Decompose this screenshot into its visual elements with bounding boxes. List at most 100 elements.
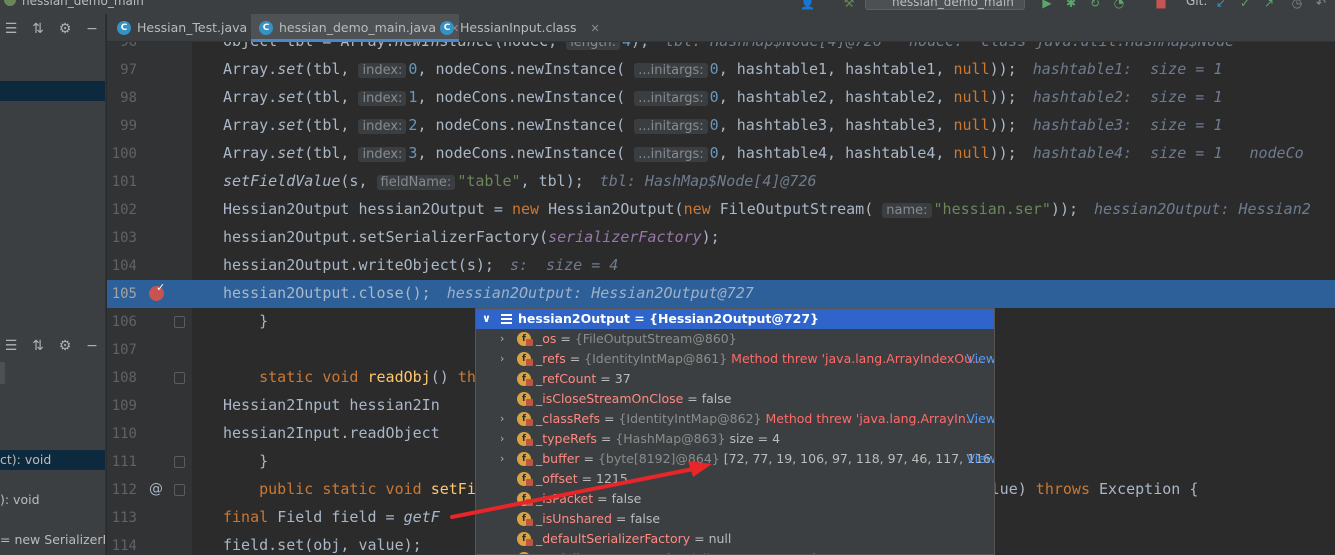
- code-text[interactable]: Object tbl = Array.newInstance(nodeC, le…: [223, 42, 1234, 50]
- line-number[interactable]: 110: [107, 426, 137, 442]
- variable-row[interactable]: f _isUnshared = false: [476, 509, 994, 529]
- chevron-down-icon[interactable]: ∨: [482, 309, 494, 329]
- line-number[interactable]: 114: [107, 538, 137, 554]
- code-text[interactable]: }: [223, 312, 268, 330]
- profile-icon[interactable]: ◔: [1112, 0, 1126, 10]
- code-text[interactable]: Hessian2Output hessian2Output = new Hess…: [223, 200, 1311, 218]
- sort-icon[interactable]: ⇅: [29, 338, 47, 354]
- line-number[interactable]: 112: [107, 482, 137, 498]
- code-line[interactable]: 100 Array.set(tbl, index: 3, nodeCons.newI…: [107, 140, 1335, 168]
- line-number[interactable]: 98: [107, 90, 137, 106]
- tab-hessian-demo-main[interactable]: C hessian_demo_main.java ✕: [251, 14, 460, 42]
- code-line[interactable]: 99 Array.set(tbl, index: 2, nodeCons.newIn…: [107, 112, 1335, 140]
- chevron-right-icon[interactable]: ›: [500, 449, 512, 469]
- variable-row[interactable]: f _isCloseStreamOnClose = false: [476, 389, 994, 409]
- gear-icon[interactable]: ⚙: [56, 338, 74, 354]
- line-number[interactable]: 105: [107, 286, 137, 302]
- git-history-icon[interactable]: ◷: [1290, 0, 1304, 10]
- code-text[interactable]: hessian2Input.readObject: [223, 424, 440, 442]
- run-icon[interactable]: ▶: [1040, 0, 1054, 10]
- code-line[interactable]: 104 hessian2Output.writeObject(s); s: size…: [107, 252, 1335, 280]
- sort-icon[interactable]: ⇅: [29, 21, 47, 37]
- variable-row[interactable]: › f _refs = {IdentityIntMap@861} Method th…: [476, 349, 994, 369]
- chevron-right-icon[interactable]: ›: [500, 349, 512, 369]
- line-number[interactable]: 104: [107, 258, 137, 274]
- line-number[interactable]: 109: [107, 398, 137, 414]
- code-text[interactable]: Array.set(tbl, index: 1, nodeCons.newInst…: [223, 88, 1222, 106]
- build-hammer-icon[interactable]: ⚒: [842, 0, 856, 10]
- variable-row[interactable]: f _refCount = 37: [476, 369, 994, 389]
- code-text[interactable]: Array.set(tbl, index: 3, nodeCons.newInst…: [223, 144, 1304, 162]
- structure-item[interactable]: ct): void: [0, 450, 105, 470]
- variable-row[interactable]: f _isPacket = false: [476, 489, 994, 509]
- line-number[interactable]: 100: [107, 146, 137, 162]
- git-rollback-icon[interactable]: ↶: [1314, 0, 1328, 10]
- chevron-right-icon[interactable]: ›: [500, 429, 512, 449]
- code-line[interactable]: 103 hessian2Output.setSerializerFactory(s…: [107, 224, 1335, 252]
- collapse-all-icon[interactable]: ☰: [2, 338, 20, 354]
- line-number[interactable]: 103: [107, 230, 137, 246]
- view-link[interactable]: View: [966, 409, 994, 429]
- variable-row[interactable]: f _offset = 1215: [476, 469, 994, 489]
- structure-item[interactable]: = new SerializerFac: [0, 530, 105, 550]
- line-number[interactable]: 106: [107, 314, 137, 330]
- code-text[interactable]: hessian2Output.setSerializerFactory(seri…: [223, 228, 720, 246]
- line-number[interactable]: 101: [107, 174, 137, 190]
- code-line[interactable]: 97 Array.set(tbl, index: 0 , nodeCons.newIn…: [107, 56, 1335, 84]
- line-number[interactable]: 113: [107, 510, 137, 526]
- code-line[interactable]: 98 Array.set(tbl, index: 1, nodeCons.newIn…: [107, 84, 1335, 112]
- code-text[interactable]: }: [223, 452, 268, 470]
- fold-marker-icon[interactable]: [174, 372, 185, 384]
- git-update-icon[interactable]: ↙: [1214, 0, 1228, 10]
- popup-header-row[interactable]: ∨ hessian2Output = {Hessian2Output@727}: [476, 309, 994, 329]
- project-tree-selected-row[interactable]: [0, 81, 105, 101]
- code-text[interactable]: hessian2Output.writeObject(s); s: size = …: [223, 256, 618, 274]
- code-line[interactable]: 101 setFieldValue(s, fieldName: "table", t…: [107, 168, 1335, 196]
- fold-marker-icon[interactable]: [174, 484, 185, 496]
- stop-icon[interactable]: ■: [1154, 0, 1168, 10]
- chevron-right-icon[interactable]: ›: [500, 549, 512, 554]
- line-number[interactable]: 111: [107, 454, 137, 470]
- variable-row[interactable]: › f _os = {FileOutputStream@860}: [476, 329, 994, 349]
- code-line[interactable]: 96 Object tbl = Array.newInstance(nodeC, …: [107, 42, 1335, 56]
- line-number[interactable]: 96: [107, 42, 137, 50]
- variable-row[interactable]: ›f_serializerFactory = {SerializerFactor…: [476, 549, 994, 554]
- view-link[interactable]: View: [966, 349, 994, 369]
- gear-icon[interactable]: ⚙: [56, 21, 74, 37]
- code-text[interactable]: final Field field = getF: [223, 508, 440, 526]
- hide-panel-icon[interactable]: −: [83, 21, 101, 37]
- line-number[interactable]: 97: [107, 62, 137, 78]
- structure-filter-field[interactable]: [0, 362, 5, 384]
- code-line-current[interactable]: 105 ✓ hessian2Output.close(); hessian2Outpu…: [107, 280, 1335, 308]
- user-icon[interactable]: 👤: [800, 0, 815, 10]
- variable-row[interactable]: › f _buffer = {byte[8192]@864} [72, 77, 19…: [476, 449, 994, 469]
- code-text[interactable]: Array.set(tbl, index: 2, nodeCons.newInst…: [223, 116, 1222, 134]
- coverage-icon[interactable]: ↻: [1088, 0, 1102, 10]
- chevron-right-icon[interactable]: ›: [500, 409, 512, 429]
- line-number[interactable]: 107: [107, 342, 137, 358]
- tab-hessian-test[interactable]: C Hessian_Test.java ✕: [109, 14, 270, 42]
- line-number[interactable]: 102: [107, 202, 137, 218]
- fold-marker-icon[interactable]: [174, 456, 185, 468]
- code-text[interactable]: hessian2Output.close(); hessian2Output: H…: [223, 284, 754, 302]
- variable-row[interactable]: f _defaultSerializerFactory = null: [476, 529, 994, 549]
- debug-icon[interactable]: ✱: [1064, 0, 1078, 10]
- structure-item[interactable]: ): void: [0, 490, 105, 510]
- code-line[interactable]: 102 Hessian2Output hessian2Output = new H…: [107, 196, 1335, 224]
- code-text[interactable]: field.set(obj, value);: [223, 536, 422, 554]
- git-push-icon[interactable]: ↗: [1262, 0, 1276, 10]
- annotation-gutter-icon[interactable]: @: [149, 481, 163, 497]
- hide-panel-icon[interactable]: −: [83, 338, 101, 354]
- variable-row[interactable]: › f _typeRefs = {HashMap@863} size = 4: [476, 429, 994, 449]
- debugger-variable-popup[interactable]: ∨ hessian2Output = {Hessian2Output@727} …: [475, 308, 995, 555]
- code-text[interactable]: setFieldValue(s, fieldName: "table", tbl)…: [223, 172, 817, 190]
- view-link[interactable]: View: [966, 449, 994, 469]
- run-configuration-selector[interactable]: hessian_demo_main: [865, 0, 1025, 10]
- collapse-all-icon[interactable]: ☰: [2, 21, 20, 37]
- line-number[interactable]: 108: [107, 370, 137, 386]
- line-number[interactable]: 99: [107, 118, 137, 134]
- code-text[interactable]: static void readObj() throws: [223, 368, 512, 386]
- variable-row[interactable]: › f _classRefs = {IdentityIntMap@862} Meth…: [476, 409, 994, 429]
- git-commit-icon[interactable]: ✓: [1238, 0, 1252, 10]
- code-text[interactable]: Array.set(tbl, index: 0 , nodeCons.newInst…: [223, 60, 1222, 78]
